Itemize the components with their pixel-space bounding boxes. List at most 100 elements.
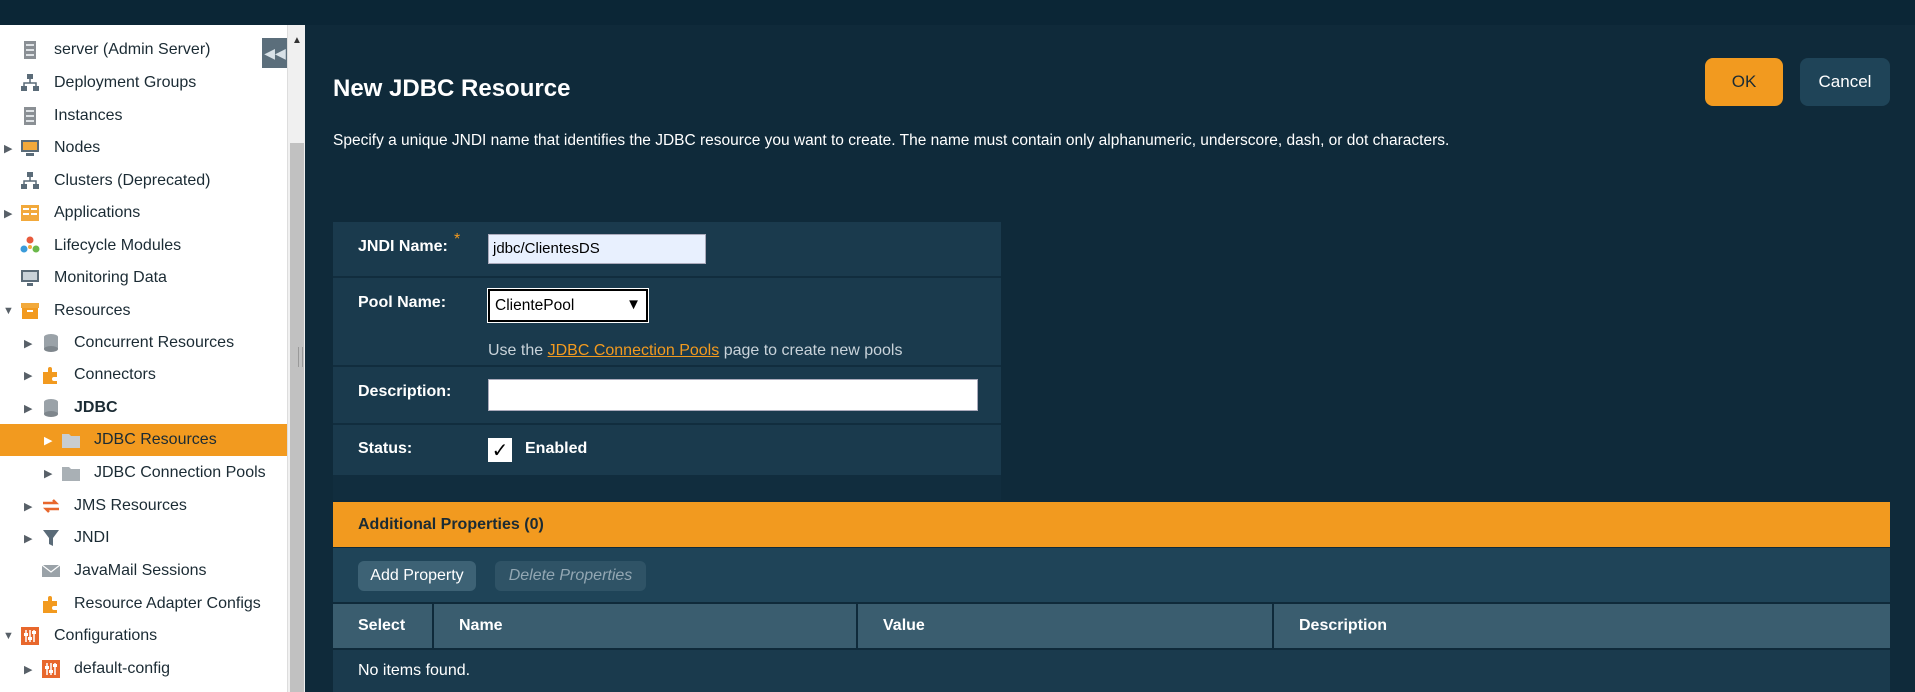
- enabled-label: Enabled: [525, 440, 588, 457]
- tree-item-configurations[interactable]: ▼ Configurations: [0, 620, 287, 652]
- server-icon: [24, 107, 36, 125]
- jndi-name-row: JNDI Name: * jdbc/ClientesDS: [333, 222, 1001, 276]
- tree-item-instances[interactable]: Instances: [0, 100, 287, 132]
- collapse-arrow-icon[interactable]: ▼: [3, 630, 14, 642]
- expand-arrow-icon[interactable]: ▶: [44, 467, 52, 480]
- jndi-name-label: JNDI Name:: [358, 238, 448, 255]
- applications-icon: [21, 205, 39, 221]
- collapse-sidebar-icon[interactable]: ◀◀: [262, 38, 288, 68]
- expand-arrow-icon[interactable]: ▶: [24, 402, 32, 415]
- pool-hint-prefix: Use the: [488, 342, 544, 359]
- puzzle-icon: [43, 367, 57, 384]
- additional-properties-title: Additional Properties (0): [358, 516, 544, 533]
- server-icon: [24, 41, 36, 59]
- tree-item-label: Configurations: [54, 627, 158, 644]
- tree-item-monitoring-data[interactable]: Monitoring Data: [0, 262, 287, 294]
- database-icon: [44, 399, 58, 417]
- expand-arrow-icon[interactable]: ▶: [4, 142, 12, 155]
- tree-item-label: default-config: [74, 660, 171, 677]
- description-input[interactable]: [488, 379, 978, 411]
- expand-arrow-icon[interactable]: ▶: [44, 434, 52, 447]
- pool-name-value: ClientePool: [495, 297, 575, 314]
- expand-arrow-icon[interactable]: ▶: [24, 500, 32, 513]
- expand-arrow-icon[interactable]: ▶: [24, 337, 32, 350]
- envelope-icon: [41, 564, 61, 577]
- resource-form: JNDI Name: * jdbc/ClientesDS Pool Name: …: [333, 222, 1001, 500]
- properties-table-header: Select Name Value Description: [333, 604, 1890, 648]
- tree-item-resources[interactable]: ▼ Resources: [0, 295, 287, 327]
- pool-hint: Use the JDBC Connection Pools page to cr…: [488, 342, 902, 360]
- tree-item-jdbc-resources[interactable]: ▶ JDBC Resources: [0, 424, 287, 456]
- description-label: Description:: [358, 383, 452, 400]
- tree-item-applications[interactable]: ▶ Applications: [0, 197, 287, 229]
- column-select[interactable]: Select: [333, 604, 434, 648]
- tree-item-label: JavaMail Sessions: [74, 562, 207, 579]
- delete-properties-button[interactable]: Delete Properties: [495, 561, 646, 591]
- exchange-arrows-icon: [42, 499, 60, 513]
- scroll-up-icon[interactable]: ▲: [292, 35, 302, 46]
- properties-toolbar: Add Property Delete Properties: [333, 548, 1890, 602]
- expand-arrow-icon[interactable]: ▶: [24, 369, 32, 382]
- tree-item-javamail-sessions[interactable]: JavaMail Sessions: [0, 555, 287, 587]
- main-content: New JDBC Resource Specify a unique JNDI …: [305, 25, 1915, 692]
- properties-table-body: No items found.: [333, 650, 1890, 692]
- tree-item-jndi[interactable]: ▶ JNDI: [0, 522, 287, 554]
- column-description[interactable]: Description: [1274, 604, 1890, 648]
- pool-name-label: Pool Name:: [358, 294, 447, 311]
- jndi-name-input[interactable]: jdbc/ClientesDS: [488, 234, 706, 264]
- column-name[interactable]: Name: [434, 604, 858, 648]
- pool-name-select[interactable]: ClientePool ▼: [488, 289, 648, 322]
- checkmark-icon: ✓: [491, 439, 509, 462]
- top-bar: [0, 0, 1915, 25]
- tree-item-jdbc[interactable]: ▶ JDBC: [0, 392, 287, 424]
- tree-item-label: Concurrent Resources: [74, 334, 235, 351]
- dropdown-caret-icon: ▼: [626, 296, 641, 313]
- tree-item-concurrent-resources[interactable]: ▶ Concurrent Resources: [0, 327, 287, 359]
- tree-item-label: Instances: [54, 107, 123, 124]
- ok-button[interactable]: OK: [1705, 58, 1783, 106]
- funnel-icon: [43, 530, 59, 546]
- tree-item-jms-resources[interactable]: ▶ JMS Resources: [0, 490, 287, 522]
- tree-item-clusters[interactable]: Clusters (Deprecated): [0, 165, 287, 197]
- resources-box-icon: [21, 303, 39, 319]
- cluster-icon: [21, 172, 39, 189]
- expand-arrow-icon[interactable]: ▶: [24, 532, 32, 545]
- cluster-icon: [21, 74, 39, 91]
- database-icon: [44, 334, 58, 352]
- pool-hint-suffix: page to create new pools: [723, 342, 903, 359]
- tree-item-deployment-groups[interactable]: Deployment Groups: [0, 67, 287, 99]
- expand-arrow-icon[interactable]: ▶: [4, 207, 12, 220]
- tree-item-label: JDBC Resources: [94, 431, 217, 448]
- tree-item-label: JNDI: [74, 529, 110, 546]
- scrollbar-thumb[interactable]: [290, 143, 304, 692]
- sidebar-scrollbar[interactable]: ▲: [287, 25, 306, 692]
- config-sliders-icon: [42, 660, 60, 678]
- page-title: New JDBC Resource: [333, 75, 571, 102]
- tree-item-label: server (Admin Server): [54, 41, 211, 58]
- tree-item-label: Applications: [54, 204, 141, 221]
- tree-item-label: JMS Resources: [74, 497, 187, 514]
- description-row: Description:: [333, 367, 1001, 423]
- tree-item-label: Lifecycle Modules: [54, 237, 182, 254]
- tree-item-connectors[interactable]: ▶ Connectors: [0, 359, 287, 391]
- column-value[interactable]: Value: [858, 604, 1274, 648]
- tree-item-lifecycle-modules[interactable]: Lifecycle Modules: [0, 230, 287, 262]
- puzzle-icon: [43, 596, 57, 613]
- tree-item-label: Resources: [54, 302, 131, 319]
- cancel-button[interactable]: Cancel: [1800, 58, 1890, 106]
- expand-arrow-icon[interactable]: ▶: [24, 663, 32, 676]
- pane-splitter[interactable]: [298, 347, 303, 367]
- collapse-arrow-icon[interactable]: ▼: [3, 305, 14, 317]
- tree-item-nodes[interactable]: ▶ Nodes: [0, 132, 287, 164]
- jdbc-connection-pools-link[interactable]: JDBC Connection Pools: [548, 342, 720, 359]
- tree-item-server[interactable]: server (Admin Server): [0, 34, 287, 66]
- enabled-checkbox[interactable]: ✓: [488, 438, 512, 462]
- tree-item-jdbc-connection-pools[interactable]: ▶ JDBC Connection Pools: [0, 457, 287, 489]
- empty-table-message: No items found.: [358, 662, 471, 679]
- config-sliders-icon: [21, 627, 39, 645]
- add-property-button[interactable]: Add Property: [358, 561, 476, 591]
- folder-icon: [62, 467, 80, 481]
- lifecycle-icon: [20, 236, 40, 253]
- tree-item-default-config[interactable]: ▶ default-config: [0, 653, 287, 685]
- tree-item-resource-adapter-configs[interactable]: Resource Adapter Configs: [0, 588, 287, 620]
